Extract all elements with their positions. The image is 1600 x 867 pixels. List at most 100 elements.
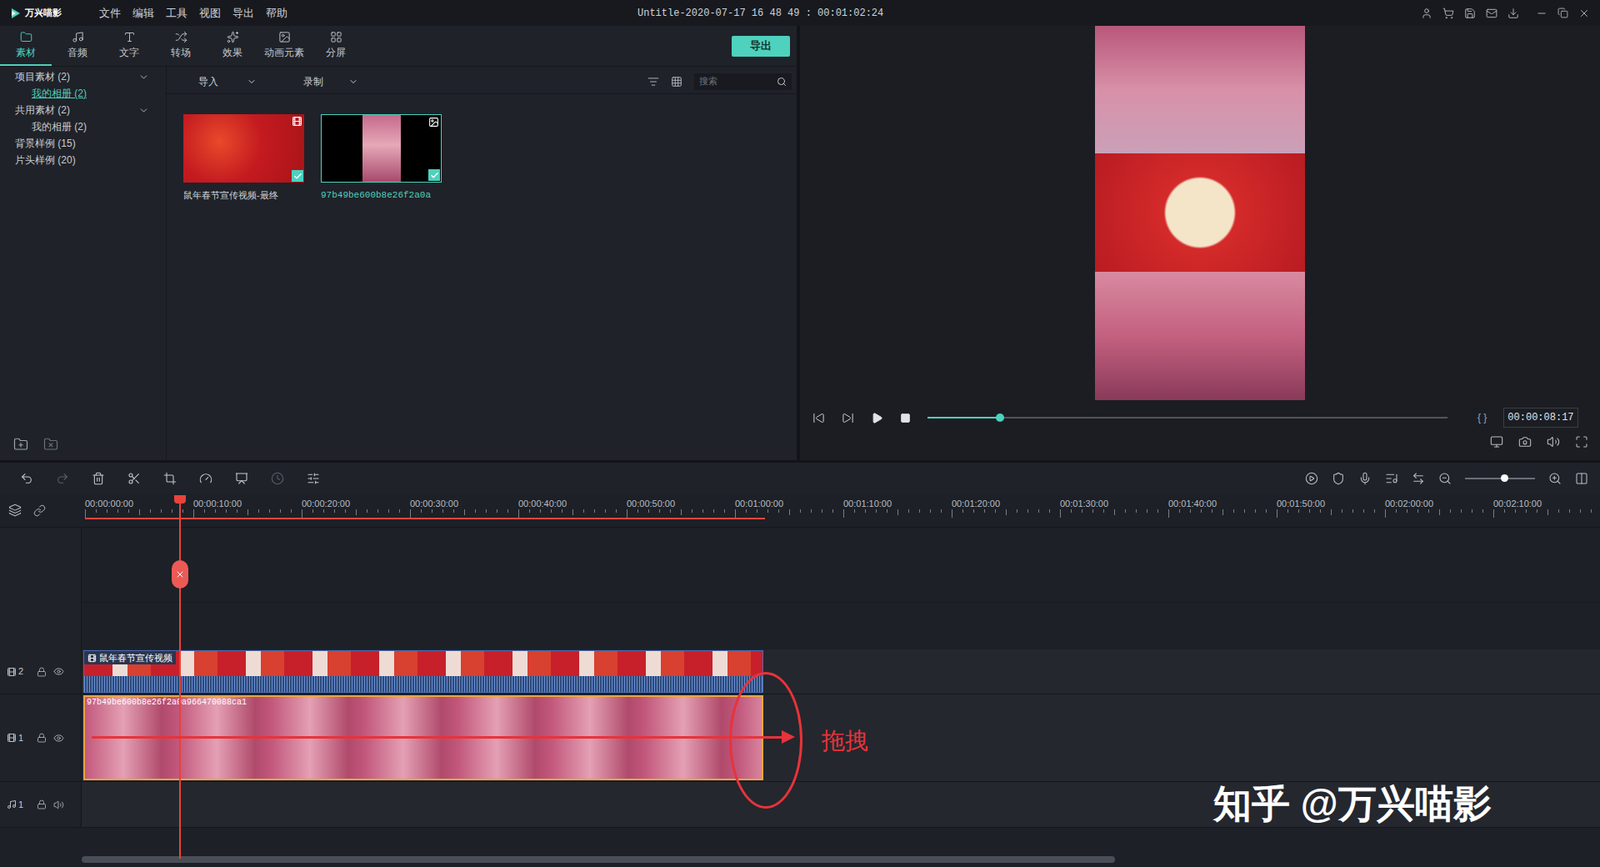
tab[interactable]: 效果 — [206, 25, 259, 66]
menu-item[interactable]: 工具 — [160, 5, 194, 22]
media-item[interactable]: 97b49be600b8e26f2a0a — [320, 114, 442, 203]
lock-icon[interactable] — [36, 732, 47, 743]
edit-tool-icon[interactable] — [127, 471, 141, 485]
video-track-icon — [6, 732, 17, 743]
tab-icon — [71, 30, 85, 44]
tab-bar: 素材音频文字转场效果动画元素分屏 导出 — [0, 25, 797, 67]
video-clip[interactable]: 鼠年春节宣传视频 — [83, 650, 764, 693]
new-folder-icon[interactable] — [13, 436, 29, 452]
timeline-tool-icon[interactable] — [1305, 471, 1319, 485]
slider-thumb[interactable] — [995, 413, 1005, 422]
edit-tool-icon[interactable] — [270, 471, 285, 485]
ruler-mark: 00:00:20:00 — [301, 493, 410, 518]
menu-item[interactable]: 编辑 — [126, 5, 160, 22]
edit-tool-icon[interactable] — [163, 471, 177, 485]
grid-view-icon[interactable] — [670, 75, 683, 88]
visibility-icon[interactable] — [53, 665, 65, 677]
edit-tool-icon[interactable] — [55, 471, 70, 485]
media-item[interactable]: 鼠年春节宣传视频-最终 — [183, 114, 305, 203]
toolbar-icon[interactable] — [1485, 7, 1498, 20]
sidebar-item[interactable]: 共用素材 (2) — [0, 101, 166, 119]
tab[interactable]: 转场 — [155, 25, 207, 66]
edit-tool-icon[interactable] — [235, 471, 249, 485]
next-frame-icon[interactable] — [841, 411, 855, 425]
menu-item[interactable]: 文件 — [93, 5, 127, 22]
work-area-bar[interactable] — [85, 517, 765, 520]
sidebar-item[interactable]: 背景样例 (15) — [0, 135, 166, 152]
sidebar-item[interactable]: 片头样例 (20) — [0, 151, 166, 169]
lock-icon[interactable] — [36, 799, 47, 810]
tab[interactable]: 文字 — [103, 25, 155, 66]
volume-icon[interactable] — [1546, 435, 1560, 449]
project-title: Untitle-2020-07-17 16 48 49 : 00:01:02:2… — [637, 5, 884, 21]
timeline-tool-icon[interactable] — [1331, 471, 1345, 485]
add-track-icon[interactable] — [8, 503, 22, 517]
delete-folder-icon[interactable] — [43, 436, 59, 452]
layout-icon[interactable] — [1575, 471, 1589, 485]
mark-in-out[interactable]: { } — [1477, 410, 1487, 425]
menu-item[interactable]: 视图 — [193, 5, 227, 22]
record-dropdown[interactable]: 录制 — [266, 74, 367, 90]
sidebar-item[interactable]: 我的相册 (2) — [0, 118, 166, 135]
playhead[interactable] — [179, 495, 181, 859]
toolbar-icon[interactable] — [1420, 7, 1433, 20]
link-icon[interactable] — [33, 504, 46, 517]
close-icon[interactable] — [1578, 7, 1590, 20]
zoom-in-icon[interactable] — [1548, 471, 1562, 485]
previous-frame-icon[interactable] — [812, 411, 825, 425]
expand-icon[interactable] — [138, 105, 150, 116]
edit-tool-icon[interactable] — [91, 471, 105, 485]
mute-icon[interactable] — [53, 799, 65, 810]
dropdown-icon — [246, 76, 257, 87]
ruler-mark: 00:00:30:00 — [410, 493, 519, 518]
tab[interactable]: 素材 — [0, 25, 52, 66]
media-sidebar: 项目素材 (2)我的相册 (2)共用素材 (2)我的相册 (2)背景样例 (15… — [0, 66, 167, 460]
filter-icon[interactable] — [647, 75, 660, 88]
zoom-out-icon[interactable] — [1438, 471, 1452, 485]
timeline-tool-icon[interactable] — [1385, 471, 1399, 485]
tab-icon — [123, 30, 136, 44]
highlight-ellipse — [729, 671, 803, 809]
dropdown-icon — [348, 76, 359, 87]
restore-icon[interactable] — [1557, 7, 1569, 19]
lock-icon[interactable] — [36, 666, 47, 677]
import-dropdown[interactable]: 导入 — [166, 74, 267, 90]
media-thumbnail — [183, 114, 305, 183]
sidebar-item[interactable]: 项目素材 (2) — [0, 68, 166, 85]
playhead-handle[interactable] — [171, 560, 189, 589]
menu-item[interactable]: 导出 — [226, 5, 260, 22]
toolbar-icon[interactable] — [1442, 7, 1455, 20]
snapshot-icon[interactable] — [1518, 435, 1532, 449]
stop-icon[interactable] — [900, 412, 911, 424]
playback-slider[interactable] — [927, 413, 1448, 422]
play-icon[interactable] — [870, 411, 884, 425]
edit-tool-icon[interactable] — [20, 471, 34, 485]
fullscreen-icon[interactable] — [1575, 435, 1589, 449]
timeline-scrollbar[interactable] — [81, 855, 1115, 863]
time-display: 00:00:08:17 — [1503, 407, 1578, 428]
tab[interactable]: 音频 — [51, 25, 104, 66]
minimize-icon[interactable] — [1535, 7, 1548, 20]
sidebar-item[interactable]: 我的相册 (2) — [0, 85, 166, 102]
export-button[interactable]: 导出 — [731, 35, 790, 57]
toolbar-icon[interactable] — [1464, 7, 1476, 20]
timeline-tool-icon[interactable] — [1411, 471, 1425, 485]
tab[interactable]: 分屏 — [310, 25, 362, 66]
tab-icon — [278, 30, 291, 44]
ruler-mark: 00:01:20:00 — [951, 493, 1060, 518]
tab-icon — [20, 30, 33, 44]
ruler: 00:00:00:0000:00:10:0000:00:20:0000:00:3… — [0, 493, 1600, 527]
timeline-tool-icon[interactable] — [1358, 471, 1372, 485]
edit-tool-icon[interactable] — [199, 471, 213, 485]
ruler-mark: 00:02:00:00 — [1385, 493, 1494, 518]
zoom-slider[interactable] — [1465, 474, 1535, 483]
tab[interactable]: 动画元素 — [258, 25, 310, 66]
toolbar-icon[interactable] — [1507, 7, 1520, 20]
search-field[interactable]: 搜索 — [694, 73, 792, 90]
visibility-icon[interactable] — [53, 732, 65, 744]
ruler-mark: 00:01:00:00 — [735, 493, 844, 518]
expand-icon[interactable] — [138, 71, 150, 83]
edit-tool-icon[interactable] — [306, 471, 320, 485]
display-settings-icon[interactable] — [1490, 435, 1504, 449]
menu-item[interactable]: 帮助 — [260, 5, 294, 22]
